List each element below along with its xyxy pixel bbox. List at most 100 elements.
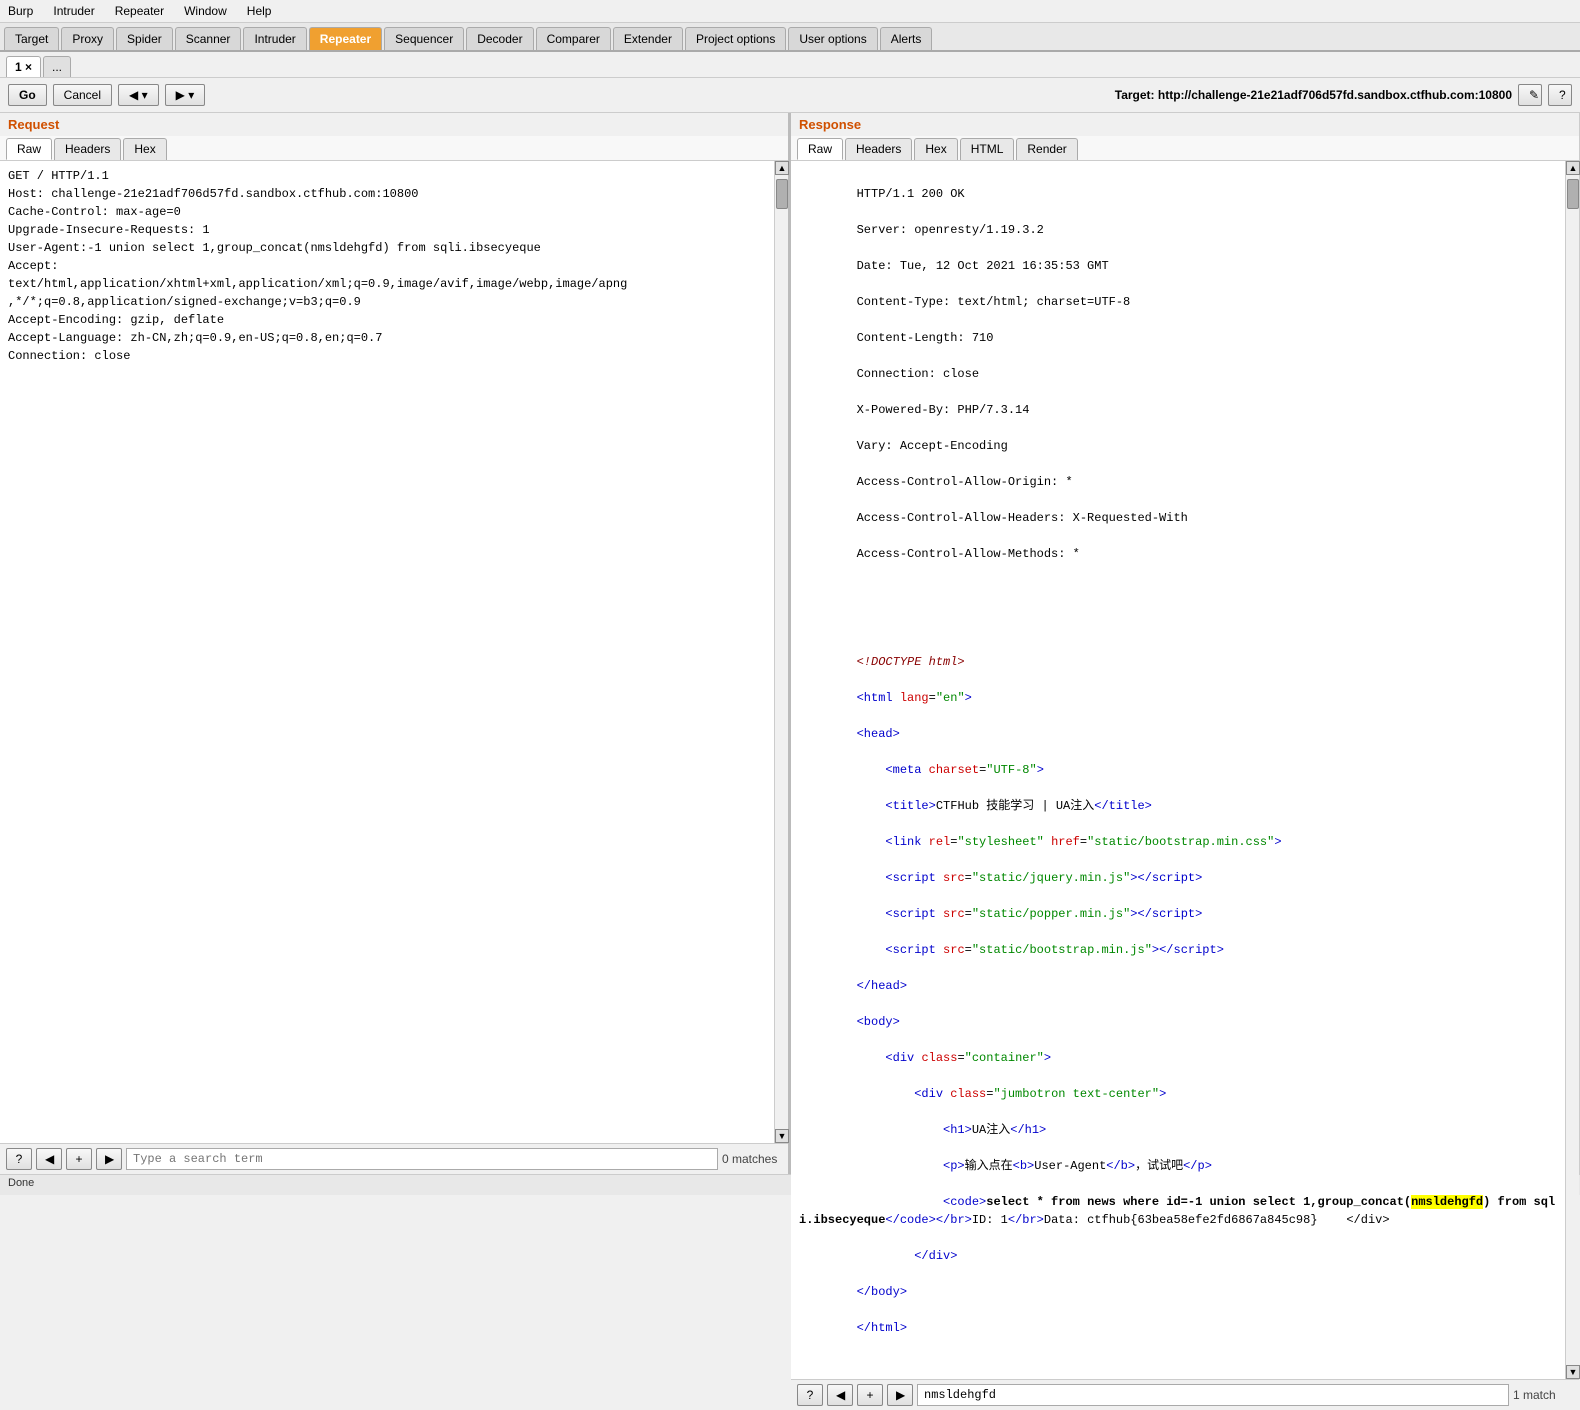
response-scroll-down[interactable]: ▼ [1566, 1365, 1580, 1379]
request-scroll-container: GET / HTTP/1.1 Host: challenge-21e21adf7… [0, 161, 788, 1143]
request-tab-hex[interactable]: Hex [123, 138, 166, 160]
resp-line-6: Connection: close [857, 367, 979, 381]
response-scroll-container: HTTP/1.1 200 OK Server: openresty/1.19.3… [791, 161, 1579, 1379]
request-search-prev[interactable]: ◀ [36, 1148, 62, 1170]
request-panel: Request Raw Headers Hex GET / HTTP/1.1 H… [0, 113, 791, 1174]
tab-scanner[interactable]: Scanner [175, 27, 242, 50]
status-left: Done [8, 1177, 34, 1193]
target-prefix: Target: [1115, 88, 1158, 102]
response-tab-render[interactable]: Render [1016, 138, 1077, 160]
target-url: http://challenge-21e21adf706d57fd.sandbo… [1158, 88, 1512, 102]
resp-code: <code>select * from news where id=-1 uni… [799, 1195, 1555, 1227]
resp-p: <p>输入点在<b>User-Agent</b>，试试吧</p> [857, 1159, 1212, 1173]
response-scroll-up[interactable]: ▲ [1566, 161, 1580, 175]
response-search-prev[interactable]: ◀ [827, 1384, 853, 1406]
back-button[interactable]: ◀ ▾ [118, 84, 159, 106]
resp-line-4: Content-Type: text/html; charset=UTF-8 [857, 295, 1131, 309]
request-text-area[interactable]: GET / HTTP/1.1 Host: challenge-21e21adf7… [0, 161, 774, 1143]
resp-line-3: Date: Tue, 12 Oct 2021 16:35:53 GMT [857, 259, 1109, 273]
response-match-count: 1 match [1513, 1388, 1573, 1402]
response-tab-bar: Raw Headers Hex HTML Render [791, 136, 1579, 161]
menu-repeater[interactable]: Repeater [111, 2, 168, 20]
resp-script1: <script src="static/jquery.min.js"></scr… [857, 871, 1203, 885]
tab-user-options[interactable]: User options [788, 27, 877, 50]
response-panel: Response Raw Headers Hex HTML Render HTT… [791, 113, 1580, 1174]
forward-button[interactable]: ▶ ▾ [165, 84, 206, 106]
resp-line-10: Access-Control-Allow-Headers: X-Requeste… [857, 511, 1188, 525]
resp-line-8: Vary: Accept-Encoding [857, 439, 1008, 453]
request-search-help[interactable]: ? [6, 1148, 32, 1170]
menu-window[interactable]: Window [180, 2, 231, 20]
edit-target-button[interactable]: ✎ [1518, 84, 1542, 106]
request-scroll-up[interactable]: ▲ [775, 161, 789, 175]
resp-script3: <script src="static/bootstrap.min.js"></… [857, 943, 1224, 957]
response-scroll-thumb[interactable] [1567, 179, 1579, 209]
request-search-next[interactable]: ▶ [96, 1148, 122, 1170]
response-tab-raw[interactable]: Raw [797, 138, 843, 160]
request-scroll-thumb[interactable] [776, 179, 788, 209]
request-tab-bar: Raw Headers Hex [0, 136, 788, 161]
menu-burp[interactable]: Burp [4, 2, 37, 20]
cancel-button[interactable]: Cancel [53, 84, 112, 106]
response-tab-headers[interactable]: Headers [845, 138, 912, 160]
resp-head-close: </head> [857, 979, 907, 993]
request-tab-headers[interactable]: Headers [54, 138, 121, 160]
tab-target[interactable]: Target [4, 27, 59, 50]
resp-h1: <h1>UA注入</h1> [857, 1123, 1047, 1137]
response-search-input[interactable] [917, 1384, 1509, 1406]
response-tab-html[interactable]: HTML [960, 138, 1015, 160]
toolbar: Go Cancel ◀ ▾ ▶ ▾ Target: http://challen… [0, 78, 1580, 113]
response-search-help[interactable]: ? [797, 1384, 823, 1406]
resp-html-close: </html> [857, 1321, 907, 1335]
response-text-area: HTTP/1.1 200 OK Server: openresty/1.19.3… [791, 161, 1565, 1379]
resp-body-open: <body> [857, 1015, 900, 1029]
response-search-bar: ? ◀ + ▶ 1 match [791, 1379, 1579, 1410]
request-tab-raw[interactable]: Raw [6, 138, 52, 160]
menu-bar: Burp Intruder Repeater Window Help [0, 0, 1580, 23]
resp-line-5: Content-Length: 710 [857, 331, 994, 345]
resp-meta: <meta charset="UTF-8"> [857, 763, 1044, 777]
main-tab-bar: Target Proxy Spider Scanner Intruder Rep… [0, 23, 1580, 52]
response-tab-hex[interactable]: Hex [914, 138, 957, 160]
resp-doctype: <!DOCTYPE html> [857, 655, 965, 669]
tab-spider[interactable]: Spider [116, 27, 173, 50]
tab-intruder[interactable]: Intruder [243, 27, 306, 50]
request-scroll-down[interactable]: ▼ [775, 1129, 789, 1143]
tab-proxy[interactable]: Proxy [61, 27, 114, 50]
request-search-input[interactable] [126, 1148, 718, 1170]
response-search-add[interactable]: + [857, 1384, 883, 1406]
resp-line-1: HTTP/1.1 200 OK [857, 187, 965, 201]
request-scrollbar[interactable]: ▲ ▼ [774, 161, 788, 1143]
tab-project-options[interactable]: Project options [685, 27, 786, 50]
sub-tab-1[interactable]: 1 × [6, 56, 41, 77]
menu-intruder[interactable]: Intruder [49, 2, 98, 20]
resp-body-close: </body> [857, 1285, 907, 1299]
resp-html-open: <html lang="en"> [857, 691, 972, 705]
response-scrollbar[interactable]: ▲ ▼ [1565, 161, 1579, 1379]
tab-alerts[interactable]: Alerts [880, 27, 933, 50]
tab-repeater[interactable]: Repeater [309, 27, 382, 50]
menu-help[interactable]: Help [243, 2, 276, 20]
tab-sequencer[interactable]: Sequencer [384, 27, 464, 50]
resp-line-7: X-Powered-By: PHP/7.3.14 [857, 403, 1030, 417]
sub-tab-bar: 1 × ... [0, 52, 1580, 78]
resp-title: <title>CTFHub 技能学习 | UA注入</title> [857, 799, 1152, 813]
response-search-next[interactable]: ▶ [887, 1384, 913, 1406]
resp-head-open: <head> [857, 727, 900, 741]
resp-link: <link rel="stylesheet" href="static/boot… [857, 835, 1282, 849]
help-button[interactable]: ? [1548, 84, 1572, 106]
sub-tab-add[interactable]: ... [43, 56, 71, 77]
request-match-count: 0 matches [722, 1152, 782, 1166]
tab-extender[interactable]: Extender [613, 27, 683, 50]
resp-div-close: </div> [857, 1249, 958, 1263]
request-search-add[interactable]: + [66, 1148, 92, 1170]
content-area: Request Raw Headers Hex GET / HTTP/1.1 H… [0, 113, 1580, 1174]
resp-div2: <div class="jumbotron text-center"> [857, 1087, 1167, 1101]
resp-script2: <script src="static/popper.min.js"></scr… [857, 907, 1203, 921]
resp-line-9: Access-Control-Allow-Origin: * [857, 475, 1073, 489]
go-button[interactable]: Go [8, 84, 47, 106]
tab-comparer[interactable]: Comparer [536, 27, 611, 50]
target-label: Target: http://challenge-21e21adf706d57f… [1115, 88, 1512, 102]
response-title: Response [791, 113, 1579, 136]
tab-decoder[interactable]: Decoder [466, 27, 533, 50]
